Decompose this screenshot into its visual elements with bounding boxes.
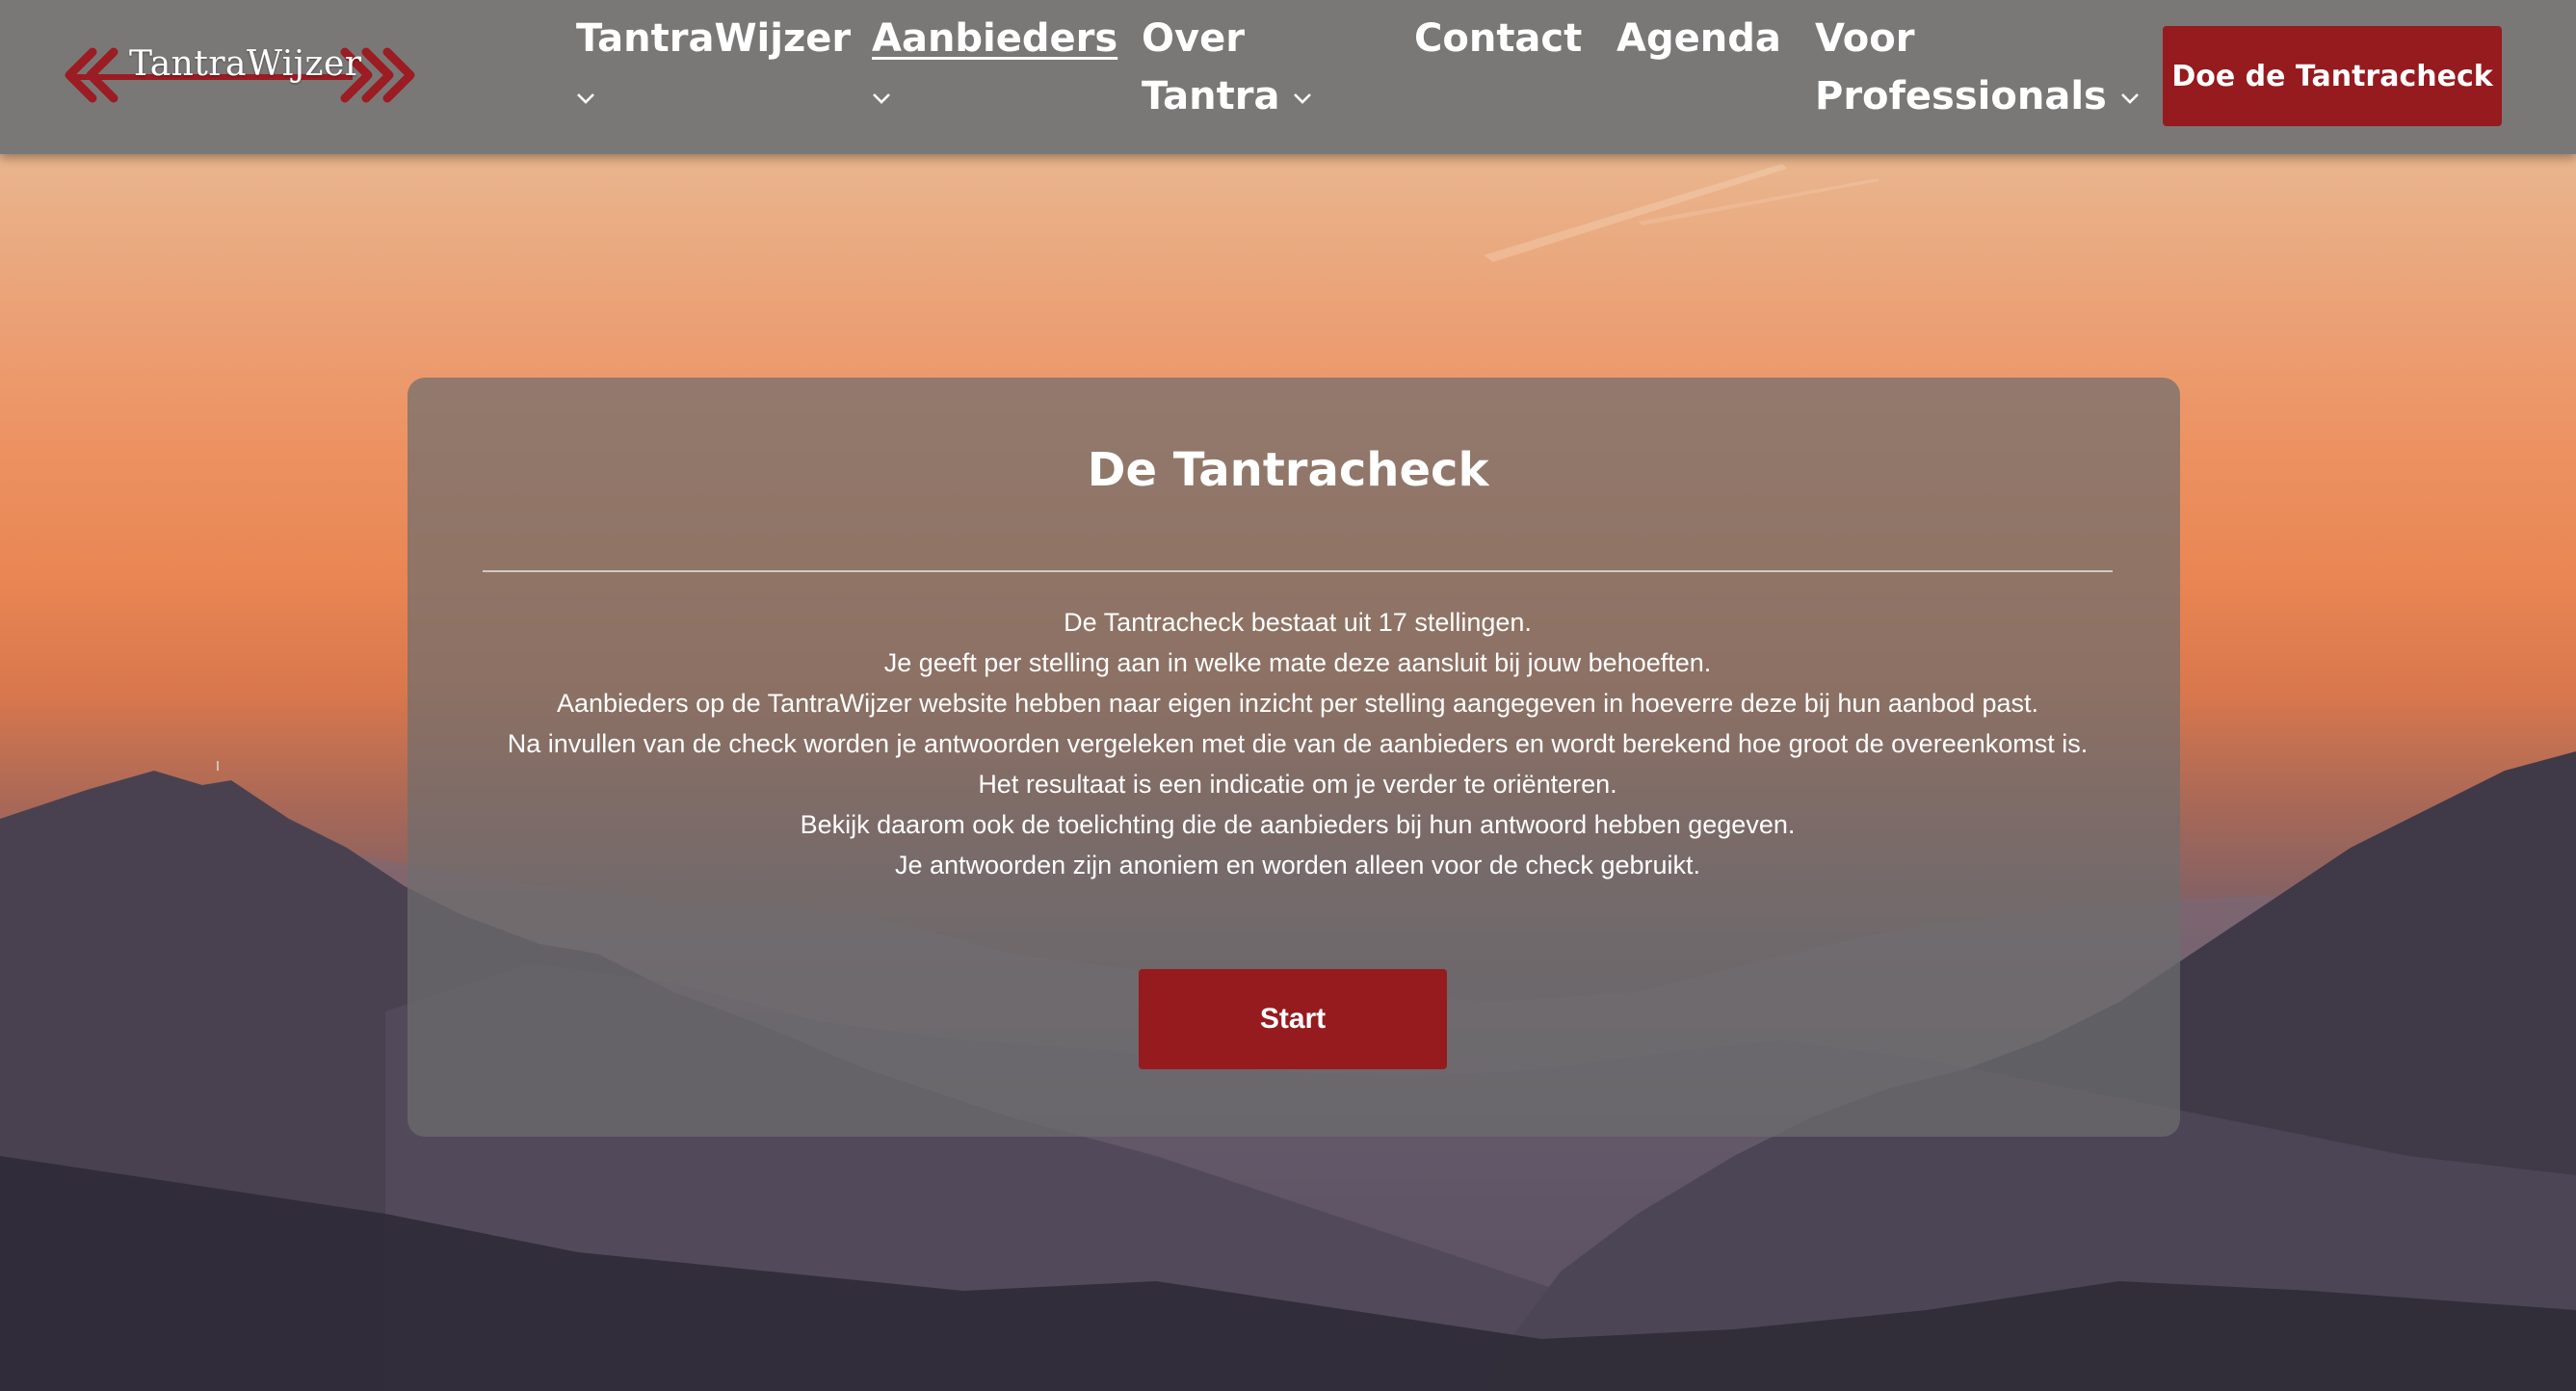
- nav-item-label: Aanbieders: [872, 16, 1118, 61]
- chevron-down-icon: [577, 93, 594, 104]
- nav-item-label-line2: Professionals: [1815, 74, 2107, 118]
- start-button[interactable]: Start: [1139, 969, 1447, 1069]
- nav-item-agenda[interactable]: Agenda: [1617, 10, 1781, 67]
- nav-item-voor-professionals[interactable]: Voor Professionals: [1815, 10, 2140, 125]
- nav-item-label: Contact: [1414, 16, 1583, 61]
- chevron-down-icon: [2120, 93, 2139, 104]
- nav-item-label: Agenda: [1617, 16, 1781, 61]
- nav-item-label: TantraWijzer: [576, 16, 852, 61]
- nav-item-tantrawijzer[interactable]: TantraWijzer: [576, 10, 851, 125]
- nav-item-aanbieders[interactable]: Aanbieders: [872, 10, 1117, 125]
- description-line: Aanbieders op de TantraWijzer website he…: [556, 689, 2039, 718]
- description-line: Bekijk daarom ook de toelichting die de …: [800, 810, 1796, 839]
- logo-text: TantraWijzer: [129, 44, 362, 84]
- description-line: Je antwoorden zijn anoniem en worden all…: [894, 851, 1700, 879]
- title-divider: [483, 570, 2113, 572]
- site-header: TantraWijzer TantraWijzer Aanbieders Ove…: [0, 0, 2576, 154]
- check-description: De Tantracheck bestaat uit 17 stellingen…: [482, 602, 2114, 885]
- nav-item-label-line1: Over: [1142, 16, 1245, 61]
- description-line: Na invullen van de check worden je antwo…: [507, 729, 2089, 758]
- site-logo[interactable]: TantraWijzer: [64, 39, 416, 110]
- tantracheck-cta-button[interactable]: Doe de Tantracheck: [2163, 26, 2502, 126]
- nav-item-over-tantra[interactable]: Over Tantra: [1142, 10, 1312, 125]
- nav-item-label-line2: Tantra: [1142, 74, 1280, 118]
- nav-item-label-line1: Voor: [1815, 16, 1915, 61]
- description-line: De Tantracheck bestaat uit 17 stellingen…: [1064, 608, 1532, 637]
- nav-item-contact[interactable]: Contact: [1414, 10, 1582, 67]
- chevron-down-icon: [873, 93, 890, 104]
- card-title: De Tantracheck: [1087, 443, 1489, 497]
- chevron-down-icon: [1294, 93, 1312, 104]
- description-line: Het resultaat is een indicatie om je ver…: [978, 770, 1617, 799]
- description-line: Je geeft per stelling aan in welke mate …: [883, 648, 1712, 677]
